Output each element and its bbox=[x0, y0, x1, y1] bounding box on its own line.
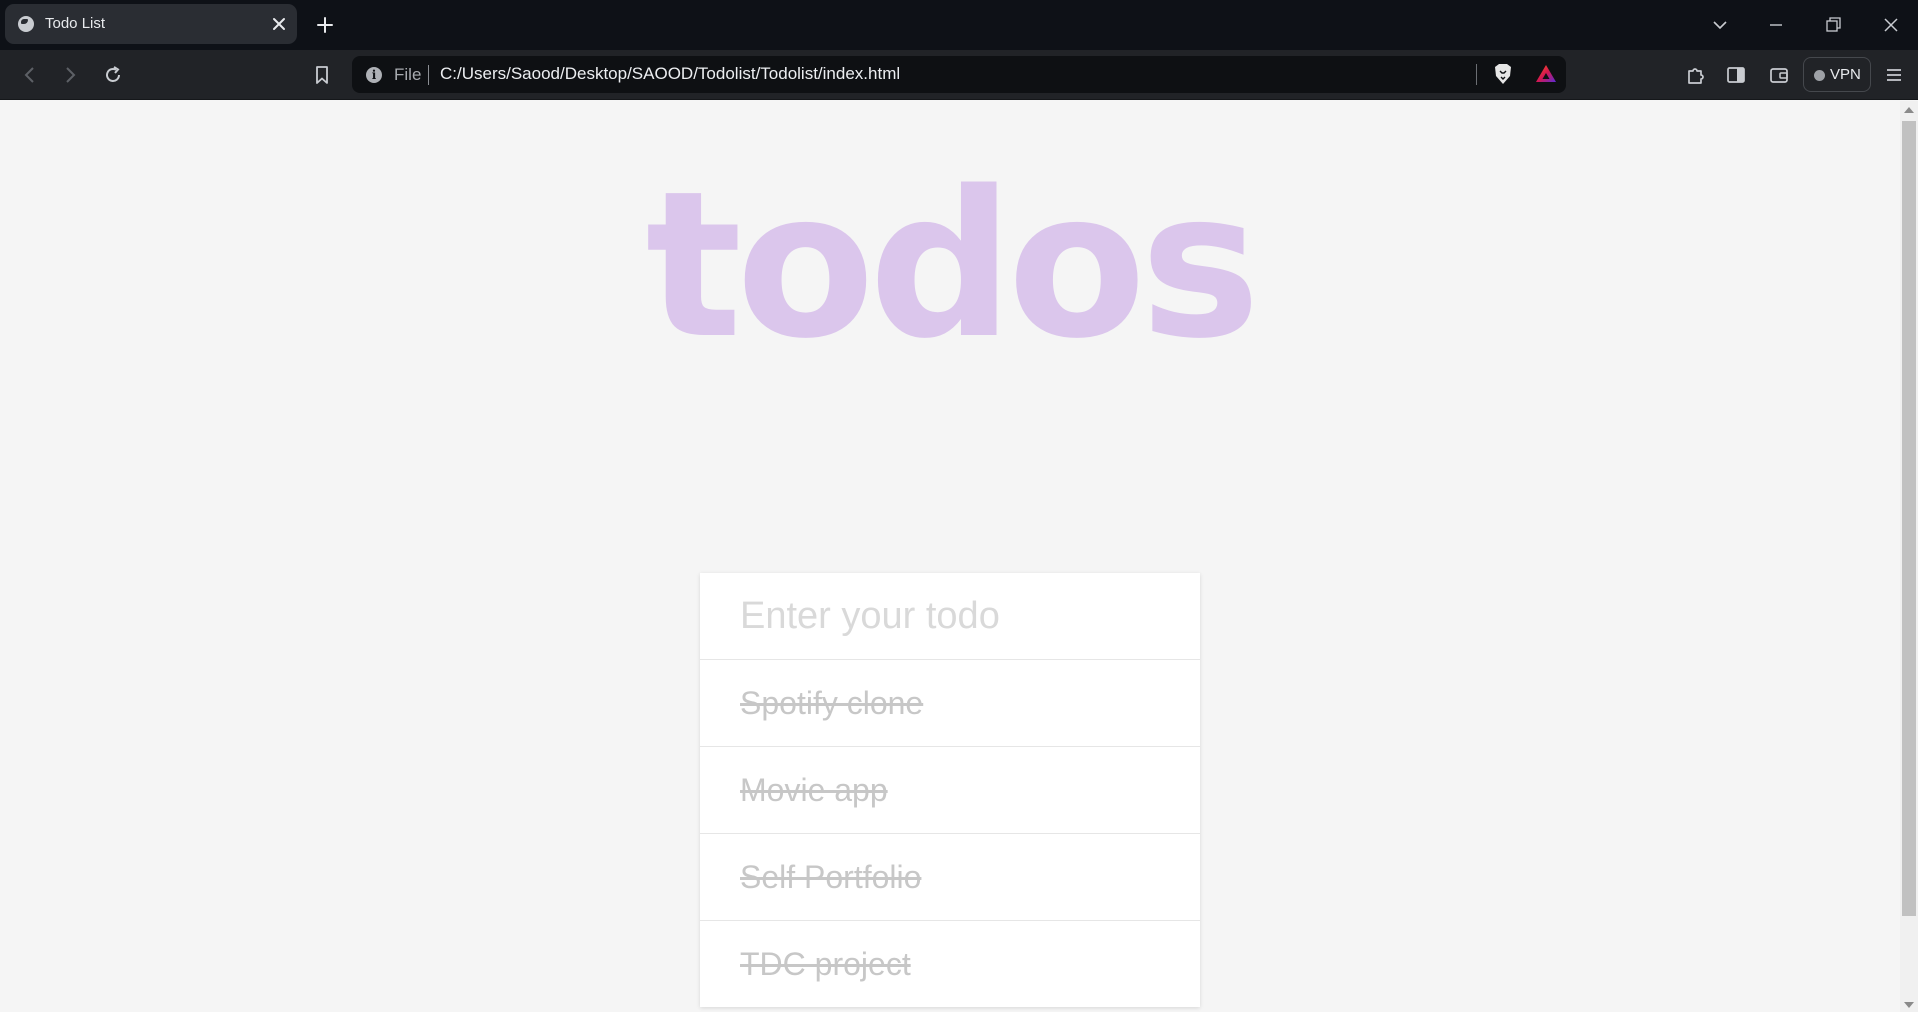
bookmark-icon[interactable] bbox=[310, 63, 334, 87]
reload-icon[interactable] bbox=[101, 63, 125, 87]
browser-tab[interactable]: Todo List bbox=[5, 4, 297, 44]
url-divider bbox=[428, 65, 429, 85]
address-bar-divider bbox=[1476, 64, 1477, 85]
plus-icon[interactable] bbox=[313, 13, 337, 37]
browser-toolbar: i File C:/Users/Saood/Desktop/SAOOD/Todo… bbox=[0, 50, 1918, 100]
wallet-icon[interactable] bbox=[1767, 63, 1791, 87]
address-bar[interactable]: i File C:/Users/Saood/Desktop/SAOOD/Todo… bbox=[352, 56, 1566, 93]
scroll-up-arrow[interactable] bbox=[1904, 107, 1914, 113]
todo-item[interactable]: TDC project bbox=[700, 920, 1200, 1007]
minimize-icon[interactable] bbox=[1763, 12, 1789, 38]
triangle-icon[interactable] bbox=[1534, 62, 1558, 86]
url-scheme-label: File bbox=[394, 65, 422, 84]
browser-tab-strip: Todo List bbox=[0, 0, 1918, 50]
chevron-down-icon[interactable] bbox=[1707, 12, 1733, 38]
todo-item[interactable]: Spotify clone bbox=[700, 659, 1200, 746]
app-title: todos bbox=[645, 147, 1261, 383]
todo-card: Spotify cloneMovie appSelf PortfolioTDC … bbox=[700, 573, 1200, 1007]
vpn-label: VPN bbox=[1830, 66, 1861, 83]
puzzle-icon[interactable] bbox=[1684, 63, 1708, 87]
hamburger-menu-icon[interactable] bbox=[1882, 63, 1906, 87]
brave-lion-icon[interactable] bbox=[1492, 62, 1514, 86]
url-text[interactable]: C:/Users/Saood/Desktop/SAOOD/Todolist/To… bbox=[440, 64, 900, 84]
todo-item[interactable]: Movie app bbox=[700, 746, 1200, 833]
vpn-status-icon bbox=[1814, 70, 1825, 81]
page-content: todos Spotify cloneMovie appSelf Portfol… bbox=[0, 101, 1900, 1012]
arrow-right-icon[interactable] bbox=[58, 63, 82, 87]
info-icon[interactable]: i bbox=[366, 67, 382, 83]
todo-input[interactable] bbox=[700, 573, 1200, 659]
scroll-down-arrow[interactable] bbox=[1904, 1002, 1914, 1008]
vpn-button[interactable]: VPN bbox=[1803, 57, 1871, 92]
close-window-icon[interactable] bbox=[1878, 12, 1904, 38]
arrow-left-icon[interactable] bbox=[18, 63, 42, 87]
todo-item[interactable]: Self Portfolio bbox=[700, 833, 1200, 920]
close-icon[interactable] bbox=[269, 14, 289, 34]
sidebar-icon[interactable] bbox=[1724, 63, 1748, 87]
todo-list: Spotify clone Movie app Self Portfolio TDC … bbox=[700, 659, 1200, 1007]
tab-title: Todo List bbox=[45, 15, 106, 32]
page-scrollbar[interactable] bbox=[1900, 101, 1918, 1012]
restore-icon[interactable] bbox=[1820, 12, 1846, 38]
scroll-thumb[interactable] bbox=[1902, 121, 1916, 916]
globe-icon bbox=[18, 16, 34, 32]
